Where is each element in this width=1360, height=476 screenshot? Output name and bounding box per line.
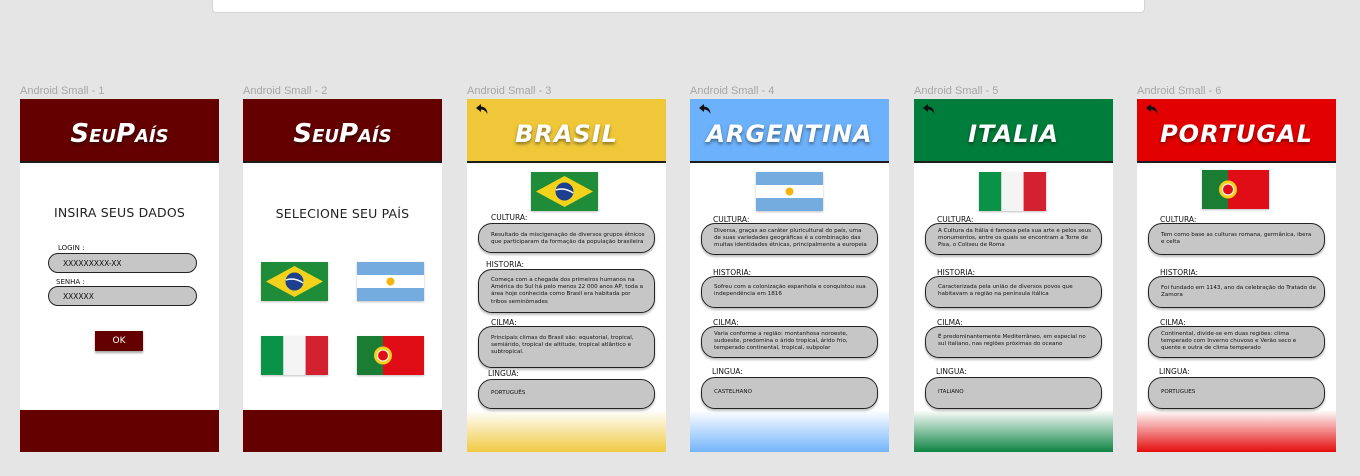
cultura-box: Tem como base as culturas romana, germân…: [1148, 223, 1325, 255]
italy-flag-button[interactable]: [261, 336, 328, 375]
historia-text: Caracterizada pela união de diversos pov…: [938, 284, 1073, 298]
lingua-text: CASTELHANO: [714, 389, 752, 396]
clima-box: Principais climas do Brasil são: equator…: [478, 326, 655, 368]
ok-button[interactable]: OK: [95, 331, 143, 351]
lingua-box: PORTUGUÊS: [478, 379, 655, 409]
app-footer: [20, 410, 219, 452]
portugal-flag: [1202, 170, 1269, 209]
frame-label-4[interactable]: Android Small - 4: [690, 85, 774, 97]
lingua-text: ITALIANO: [938, 389, 964, 396]
country-title: ARGENTINA: [706, 120, 873, 148]
lingua-label: LINGUA:: [488, 369, 519, 378]
country-header: ARGENTINA: [690, 99, 889, 163]
italy-flag: [979, 172, 1046, 211]
frame-label-2[interactable]: Android Small - 2: [243, 85, 327, 97]
frame-label-5[interactable]: Android Small - 5: [914, 85, 998, 97]
cultura-text: Resultado da miscigenação de diversos gr…: [491, 232, 645, 246]
cultura-box: Resultado da miscigenação de diversos gr…: [478, 223, 655, 253]
app-footer: [243, 410, 442, 452]
country-footer: [467, 410, 666, 452]
argentina-flag-button[interactable]: [357, 262, 424, 301]
historia-box: Sofreu com a colonização espanhola e con…: [701, 276, 878, 308]
country-footer: [690, 410, 889, 452]
historia-label: HISTORIA:: [486, 260, 525, 269]
app-logo: SeuPaís: [70, 119, 169, 149]
login-heading: INSIRA SEUS DADOS: [53, 205, 185, 220]
cultura-label: CULTURA:: [491, 213, 528, 222]
frame-argentina: ARGENTINA CULTURA: Diversa, graças ao ca…: [690, 99, 889, 452]
app-header: SeuPaís: [20, 99, 219, 163]
lingua-box: CASTELHANO: [701, 377, 878, 409]
country-footer: [1137, 410, 1336, 452]
historia-text: Sofreu com a colonização espanhola e con…: [714, 284, 866, 298]
lingua-box: ITALIANO: [925, 377, 1102, 409]
lingua-text: PORTUGUES: [1161, 389, 1196, 396]
lingua-label: LINGUA:: [1159, 367, 1190, 376]
frame-brasil: BRASIL CULTURA: Resultado da miscigenaçã…: [467, 99, 666, 452]
brazil-flag: [531, 172, 598, 211]
cultura-box: A Cultura da Itália é famosa pela sua ar…: [925, 223, 1102, 255]
country-title: PORTUGAL: [1160, 120, 1313, 148]
back-arrow-icon[interactable]: [922, 103, 936, 115]
country-header: BRASIL: [467, 99, 666, 163]
clima-box: Continental, divide-se em duas regiões: …: [1148, 326, 1325, 358]
cultura-text: Diversa, graças ao caráter pluricultural…: [714, 228, 867, 249]
login-label: LOGIN :: [58, 244, 85, 252]
lingua-box: PORTUGUES: [1148, 377, 1325, 409]
country-title: BRASIL: [515, 120, 618, 148]
historia-text: Começa com a chegada dos primeiros human…: [491, 277, 644, 305]
country-header: PORTUGAL: [1137, 99, 1336, 163]
frame-select-country: SeuPaís SELECIONE SEU PAÍS: [243, 99, 442, 452]
italy-flag: [261, 336, 328, 375]
top-toolbar: [212, 0, 1145, 13]
select-heading: SELECIONE SEU PAÍS: [275, 206, 410, 221]
senha-input[interactable]: XXXXXX: [48, 286, 197, 306]
clima-box: É predominantemente Mediterrâneo, em esp…: [925, 326, 1102, 358]
frame-label-1[interactable]: Android Small - 1: [20, 85, 104, 97]
brazil-flag: [261, 262, 328, 301]
lingua-label: LINGUA:: [936, 367, 967, 376]
country-title: ITALIA: [968, 120, 1059, 148]
country-footer: [914, 410, 1113, 452]
app-logo: SeuPaís: [293, 119, 392, 149]
country-header: ITALIA: [914, 99, 1113, 163]
login-input[interactable]: XXXXXXXXX-XX: [48, 253, 197, 273]
cultura-text: Tem como base as culturas romana, germân…: [1161, 232, 1312, 246]
historia-box: Caracterizada pela união de diversos pov…: [925, 276, 1102, 308]
frame-italia: ITALIA CULTURA: A Cultura da Itália é fa…: [914, 99, 1113, 452]
frame-login: SeuPaís INSIRA SEUS DADOS LOGIN : XXXXXX…: [20, 99, 219, 452]
lingua-label: LINGUA:: [712, 367, 743, 376]
lingua-text: PORTUGUÊS: [491, 390, 526, 397]
historia-box: Começa com a chegada dos primeiros human…: [478, 269, 655, 313]
portugal-flag-button[interactable]: [357, 336, 424, 375]
frame-label-6[interactable]: Android Small - 6: [1137, 85, 1221, 97]
clima-box: Varia conforme a região: montanhosa noro…: [701, 326, 878, 358]
brazil-flag-button[interactable]: [261, 262, 328, 301]
clima-text: Continental, divide-se em duas regiões: …: [1161, 331, 1297, 352]
clima-text: É predominantemente Mediterrâneo, em esp…: [938, 334, 1086, 348]
historia-text: Foi fundado em 1143, ano da celebração d…: [1161, 285, 1316, 299]
app-header: SeuPaís: [243, 99, 442, 163]
back-arrow-icon[interactable]: [1145, 103, 1159, 115]
frame-portugal: PORTUGAL CULTURA: Tem como base as cultu…: [1137, 99, 1336, 452]
senha-label: SENHA :: [56, 278, 85, 286]
clima-text: Principais climas do Brasil são: equator…: [491, 335, 634, 356]
back-arrow-icon[interactable]: [698, 103, 712, 115]
cultura-box: Diversa, graças ao caráter pluricultural…: [701, 223, 878, 255]
historia-box: Foi fundado em 1143, ano da celebração d…: [1148, 276, 1325, 308]
cultura-text: A Cultura da Itália é famosa pela sua ar…: [938, 228, 1092, 249]
back-arrow-icon[interactable]: [475, 103, 489, 115]
clima-text: Varia conforme a região: montanhosa noro…: [714, 331, 848, 352]
portugal-flag: [357, 336, 424, 375]
frame-label-3[interactable]: Android Small - 3: [467, 85, 551, 97]
argentina-flag: [756, 172, 823, 211]
argentina-flag: [357, 262, 424, 301]
